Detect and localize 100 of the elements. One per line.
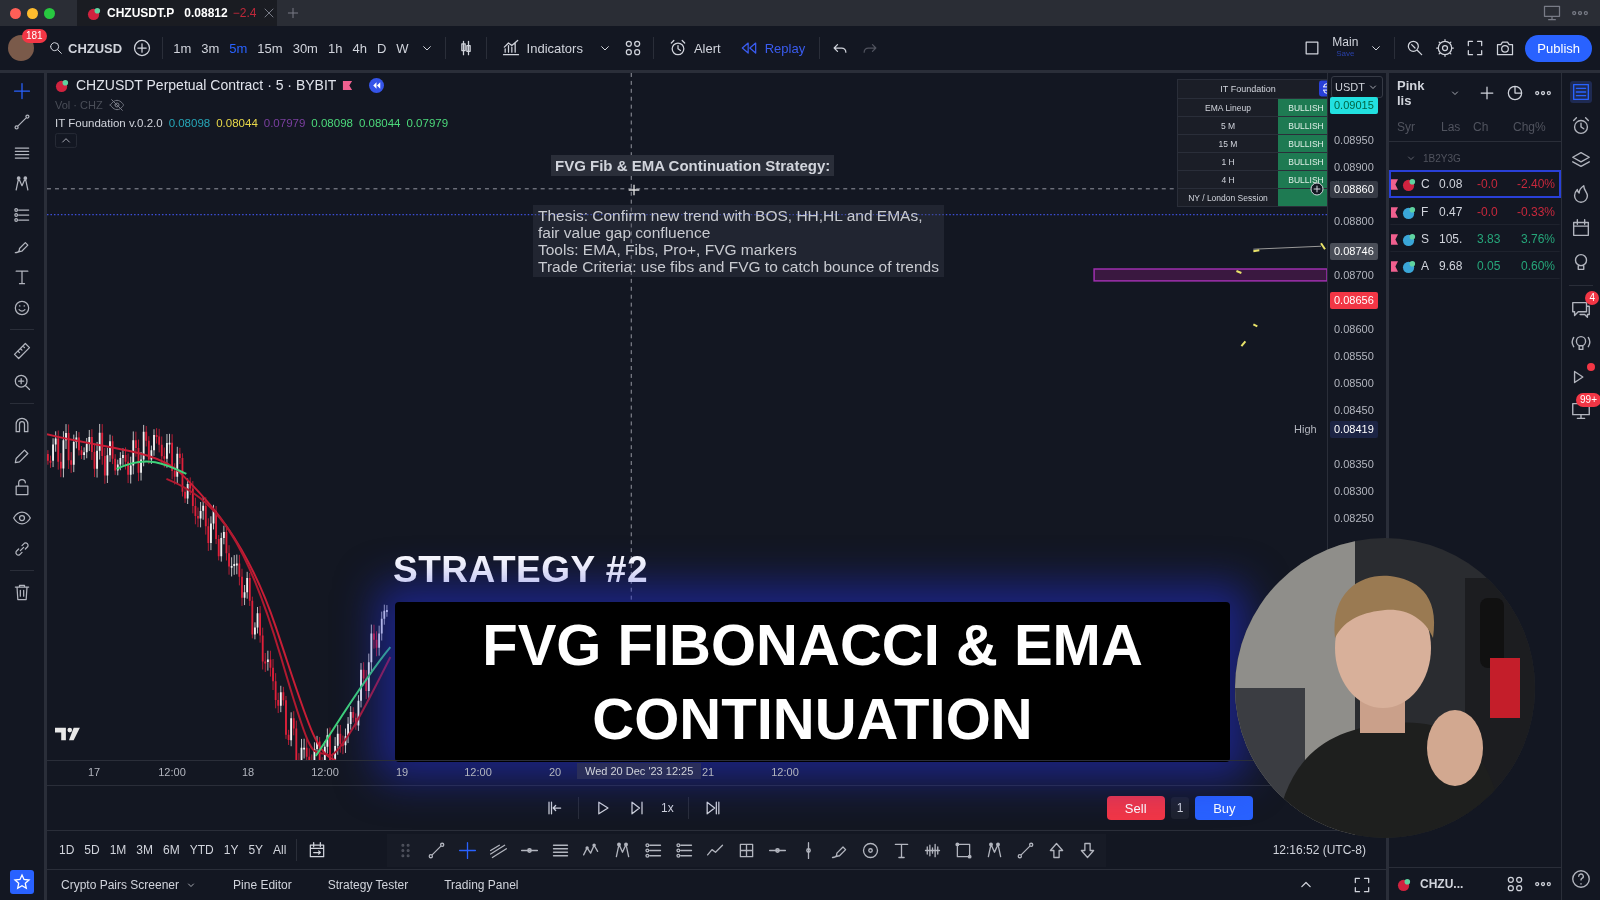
watchlist-row[interactable]: C 0.08 -0.0 -2.40% — [1389, 170, 1561, 198]
symbol-search[interactable]: CHZUSD — [48, 40, 123, 56]
watchlist-row[interactable]: S 105. 3.83 3.76% — [1389, 225, 1561, 252]
indicator-name: IT Foundation v.0.2.0 — [55, 117, 163, 129]
interval-button[interactable]: 1h — [327, 40, 343, 56]
buy-button[interactable]: Buy — [1195, 796, 1254, 820]
chat-badge: 4 — [1585, 291, 1599, 305]
range-button[interactable]: 1D — [59, 843, 75, 857]
panel-tab[interactable]: Pine Editor — [233, 878, 292, 892]
panel-tab[interactable]: Strategy Tester — [327, 878, 409, 892]
add-alert-icon[interactable] — [1309, 181, 1325, 197]
panel-tab[interactable]: Crypto Pairs Screener — [61, 878, 198, 892]
smiley-icon[interactable] — [12, 298, 32, 318]
browser-tab[interactable]: CHZUSDT.P 0.08812 −2.4 — [77, 0, 277, 26]
table-cell-text: 4 H — [1220, 173, 1236, 187]
pie-chart-icon[interactable] — [1505, 83, 1525, 103]
interval-button[interactable]: W — [396, 40, 409, 56]
table-cell-text: NY / London Session — [1187, 191, 1269, 205]
banner-title-line: CONTINUATION — [592, 685, 1033, 753]
sell-button[interactable]: Sell — [1106, 796, 1165, 820]
watchlist-row[interactable]: A 9.68 0.05 0.60% — [1389, 252, 1561, 279]
crosshair-time-label: Wed 20 Dec '23 12:25 — [577, 763, 702, 779]
crosshair-icon[interactable] — [457, 839, 479, 861]
alerts-badge: 99+ — [1576, 393, 1600, 407]
link-icon[interactable] — [12, 539, 32, 559]
ruler-icon[interactable] — [12, 341, 32, 361]
price-cell-text: 0.08 — [1439, 177, 1464, 191]
panel-tab[interactable]: Trading Panel — [444, 878, 519, 892]
tab-change: −2.4 — [232, 6, 257, 20]
table-cell-text: 5 M — [1219, 119, 1237, 133]
crosshair-icon[interactable] — [12, 81, 32, 101]
interval-button[interactable]: 3m — [201, 40, 220, 56]
footer-symbol[interactable]: CHZU... — [1420, 877, 1464, 891]
price-cell-text: 0.47 — [1439, 205, 1464, 219]
interval-button[interactable]: 15m — [257, 40, 283, 56]
zoom-window-button[interactable] — [44, 7, 55, 19]
maximize-icon[interactable] — [1352, 875, 1372, 895]
range-button[interactable]: 5Y — [248, 843, 264, 857]
range-button[interactable]: 1Y — [223, 843, 239, 857]
settings-icon[interactable] — [1435, 38, 1456, 58]
interval-button[interactable]: 5m — [229, 40, 248, 56]
price-tick: 0.08250 — [1334, 511, 1374, 526]
grid-icon[interactable] — [1505, 874, 1525, 894]
trend-line-icon[interactable] — [12, 112, 32, 132]
flag-icon[interactable] — [342, 79, 354, 91]
close-window-button[interactable] — [10, 7, 21, 19]
logo-icon — [55, 726, 83, 742]
range-button[interactable]: 1M — [109, 843, 127, 857]
tab-price: 0.08812 — [184, 6, 228, 20]
change-percent-cell-text: -0.33% — [1515, 205, 1555, 219]
bar-chart-icon — [500, 38, 521, 58]
minimize-window-button[interactable] — [27, 7, 38, 19]
interval-button[interactable]: 1m — [173, 40, 192, 56]
save-status: Save — [1336, 48, 1355, 60]
price-cell-text: 9.68 — [1439, 259, 1464, 273]
flag-icon — [1391, 206, 1398, 218]
range-button[interactable]: 5D — [84, 843, 100, 857]
change-percent-cell-text: -2.40% — [1515, 177, 1555, 191]
interval-button[interactable]: D — [376, 40, 387, 56]
interval-button[interactable]: 4h — [352, 40, 367, 56]
note-title: FVG Fib & EMA Continuation Strategy: — [551, 155, 835, 176]
pencil-icon[interactable] — [12, 446, 32, 466]
notification-badge: 181 — [22, 29, 47, 43]
range-button[interactable]: 3M — [136, 843, 154, 857]
note-line: fair value gap confluence — [538, 224, 712, 241]
zoom-in-icon[interactable] — [12, 372, 32, 392]
indicator-value: 0.08044 — [216, 117, 258, 129]
note-line: Tools: EMA, Fibs, Pro+, FVG markers — [538, 241, 798, 258]
range-button[interactable]: 6M — [163, 843, 180, 857]
watchlist-title[interactable]: Pink lis — [1397, 78, 1441, 108]
symbol-cell-text: A — [1421, 259, 1430, 273]
coin-icon — [1402, 204, 1417, 220]
range-button[interactable]: All — [273, 843, 287, 857]
range-button[interactable]: YTD — [189, 843, 214, 857]
time-tick: 18 — [241, 766, 255, 778]
watchlist-icon[interactable] — [1570, 81, 1592, 103]
sliders-icon[interactable] — [12, 205, 32, 225]
banner-title-line: FVG FIBONACCI & EMA — [482, 611, 1143, 679]
add-symbol-icon[interactable] — [132, 38, 153, 58]
interval-button[interactable]: 30m — [292, 40, 318, 56]
speed-button[interactable]: 1x — [661, 801, 674, 815]
high-label: High — [1294, 422, 1317, 437]
change-cell-text: 3.83 — [1477, 232, 1502, 246]
watchlist-row[interactable]: F 0.47 -0.0 -0.33% — [1389, 198, 1561, 225]
price-tick: 0.08350 — [1334, 457, 1374, 472]
trash-icon[interactable] — [12, 582, 32, 602]
rewind-icon[interactable] — [369, 77, 385, 93]
alarm-clock-icon[interactable] — [1570, 115, 1592, 137]
layout-name[interactable]: Main — [1332, 36, 1359, 48]
alert-button[interactable]: Alert — [663, 38, 725, 58]
indicators-button[interactable]: Indicators — [496, 38, 587, 58]
overlay-subtitle: STRATEGY #2 — [393, 549, 648, 591]
calendar-icon[interactable] — [1570, 217, 1592, 239]
change-percent-cell-text: 0.60% — [1519, 259, 1555, 273]
eye-off-icon[interactable] — [108, 97, 125, 113]
help-icon[interactable] — [1570, 868, 1592, 890]
quantity-field[interactable]: 1 — [1170, 797, 1190, 819]
price-label: 0.08656 — [1330, 292, 1378, 309]
change-cell-text: 0.05 — [1477, 259, 1502, 273]
publish-button[interactable]: Publish — [1525, 34, 1592, 62]
